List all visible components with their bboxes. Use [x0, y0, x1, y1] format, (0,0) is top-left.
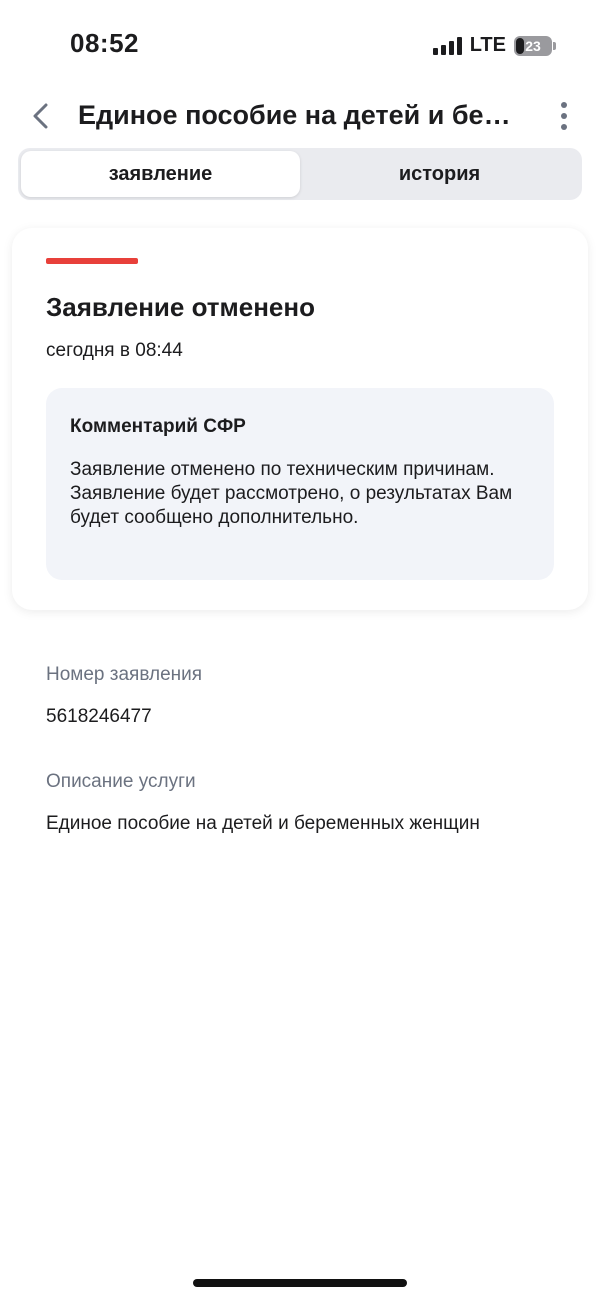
- chevron-left-icon: [33, 103, 48, 129]
- status-indicators: LTE 23: [432, 34, 556, 57]
- app-header: Единое пособие на детей и беременных жен…: [0, 90, 600, 144]
- comment-text: Заявление отменено по техническим причин…: [70, 459, 513, 528]
- network-type: LTE: [469, 34, 506, 56]
- signal-icon: [432, 36, 462, 55]
- home-indicator: [193, 1279, 407, 1287]
- service-description-value: Единое пособие на детей и беременных жен…: [46, 813, 480, 834]
- battery-level: 23: [525, 37, 541, 54]
- status-accent-bar: [46, 258, 138, 264]
- status-title: Заявление отменено: [46, 292, 315, 322]
- more-vertical-icon: [561, 102, 567, 130]
- status-date: сегодня в 08:44: [46, 340, 183, 361]
- comment-title: Комментарий СФР: [70, 416, 246, 437]
- service-description-label: Описание услуги: [46, 771, 196, 792]
- page-title: Единое пособие на детей и беременных жен…: [78, 100, 518, 130]
- status-card: Заявление отменено сегодня в 08:44 Комме…: [12, 228, 588, 610]
- status-bar: 08:52 LTE 23: [0, 0, 600, 90]
- application-number-label: Номер заявления: [46, 664, 203, 685]
- tab-history[interactable]: история: [300, 151, 579, 197]
- application-number-value: 5618246477: [46, 706, 152, 727]
- back-button[interactable]: [24, 98, 60, 134]
- segmented-tabs: заявление история: [18, 148, 582, 200]
- more-button[interactable]: [554, 98, 574, 134]
- comment-box: Комментарий СФР Заявление отменено по те…: [46, 388, 554, 580]
- battery-icon: 23: [514, 35, 556, 56]
- screen: 08:52 LTE 23 Единое пособие на детей и б…: [0, 0, 600, 1300]
- tab-application[interactable]: заявление: [21, 151, 300, 197]
- status-time: 08:52: [70, 28, 139, 58]
